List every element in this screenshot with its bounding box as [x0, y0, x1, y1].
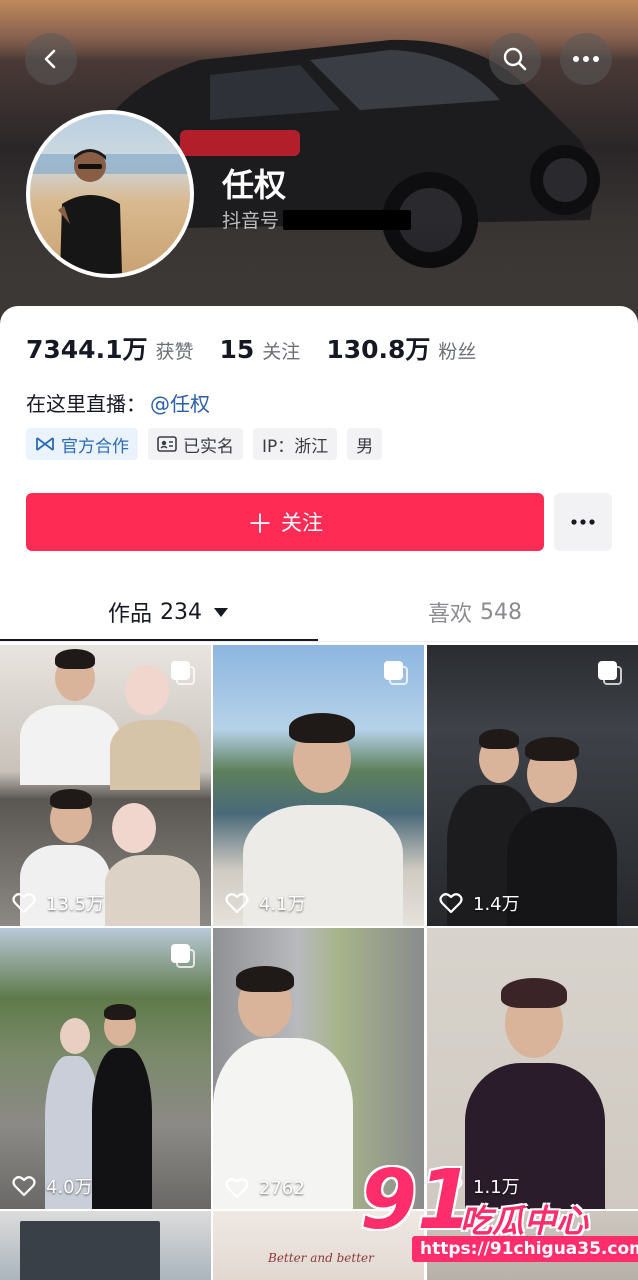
back-button[interactable] [25, 33, 77, 85]
tag-official-cooperation[interactable]: 官方合作 [26, 428, 138, 460]
video-likes-value: 1.4万 [473, 894, 520, 915]
live-info: 在这里直播： @任权 [26, 388, 210, 417]
stat-likes-label: 获赞 [155, 341, 194, 363]
tag-gender-label: 男 [356, 436, 374, 457]
stat-likes: 7344.1万 获赞 [26, 330, 194, 366]
tab-works-count: 234 [160, 599, 203, 625]
douyin-id-redacted [283, 209, 412, 230]
caret-down-icon[interactable] [214, 607, 229, 617]
thumbnail-caption: Better and better [268, 1251, 374, 1265]
search-icon [503, 47, 527, 71]
plus-icon: ＋ [246, 509, 273, 540]
live-prefix: 在这里直播： [26, 392, 146, 416]
tag-verified: 已实名 [148, 428, 243, 460]
profile-tags: 官方合作 已实名 IP：浙江 男 [26, 428, 392, 460]
tag-verified-label: 已实名 [183, 436, 234, 457]
watermark-url: https://91chigua35.com [412, 1236, 638, 1262]
profile-stats: 7344.1万 获赞 15 关注 130.8万 粉丝 [26, 330, 502, 366]
heart-icon [225, 893, 249, 914]
tab-likes-count: 548 [480, 599, 523, 625]
video-thumbnail[interactable]: 1.4万 [427, 645, 638, 926]
live-account-link[interactable]: @任权 [150, 392, 210, 416]
official-icon [36, 437, 54, 451]
tab-works-label: 作品 [108, 602, 153, 627]
tag-ip-location: IP：浙江 [253, 428, 338, 460]
video-likes-value: 4.0万 [46, 1177, 93, 1198]
more-icon [571, 519, 595, 525]
tab-likes-label: 喜欢 [428, 602, 473, 627]
watermark-logo: 91 [360, 1153, 475, 1248]
stat-following-value: 15 [219, 335, 255, 364]
multi-image-icon [171, 944, 195, 968]
profile-name: 任权 [222, 166, 287, 204]
video-thumbnail[interactable]: 4.1万 [213, 645, 424, 926]
heart-icon [12, 1176, 36, 1197]
stat-likes-value: 7344.1万 [26, 335, 148, 364]
heart-icon [439, 893, 463, 914]
id-card-icon [157, 436, 177, 452]
video-like-count: 13.5万 [12, 890, 104, 916]
stat-following[interactable]: 15 关注 [220, 335, 301, 364]
back-icon [44, 49, 56, 69]
profile-more-button[interactable] [554, 493, 612, 551]
video-likes-value: 13.5万 [46, 894, 105, 915]
video-likes-value: 4.1万 [259, 894, 306, 915]
tag-official-label: 官方合作 [61, 436, 129, 457]
tab-divider [0, 641, 638, 642]
douyin-id-label: 抖音号 [222, 210, 280, 232]
more-icon [573, 56, 599, 62]
video-thumbnail[interactable]: 4.0万 [0, 928, 211, 1209]
stat-followers-value: 130.8万 [326, 335, 431, 364]
video-like-count: 4.1万 [225, 890, 306, 916]
video-like-count: 4.0万 [12, 1173, 93, 1199]
video-thumbnail[interactable]: 13.5万 [0, 645, 211, 926]
stat-following-label: 关注 [262, 341, 301, 363]
search-button[interactable] [489, 33, 541, 85]
tag-ip-label: IP：浙江 [262, 436, 329, 457]
video-likes-value: 2762 [259, 1177, 305, 1199]
stat-followers-label: 粉丝 [438, 341, 477, 363]
video-like-count: 1.4万 [439, 890, 520, 916]
tab-works[interactable]: 作品 234 [108, 596, 229, 628]
heart-icon [225, 1178, 249, 1199]
douyin-id: 抖音号 [222, 206, 412, 233]
multi-image-icon [384, 661, 408, 685]
tab-likes[interactable]: 喜欢 548 [428, 596, 522, 628]
heart-icon [12, 893, 36, 914]
avatar-photo [30, 149, 190, 274]
more-options-button[interactable] [560, 33, 612, 85]
multi-image-icon [171, 661, 195, 685]
follow-button-label: 关注 [281, 511, 323, 535]
tag-gender: 男 [347, 428, 383, 460]
follow-button[interactable]: ＋ 关注 [26, 493, 544, 551]
avatar[interactable] [26, 110, 194, 278]
video-like-count: 2762 [225, 1177, 305, 1199]
video-thumbnail[interactable] [0, 1211, 211, 1280]
watermark: 91 吃瓜中心 https://91chigua35.com [360, 1153, 638, 1270]
multi-image-icon [598, 661, 622, 685]
stat-followers[interactable]: 130.8万 粉丝 [326, 330, 476, 366]
